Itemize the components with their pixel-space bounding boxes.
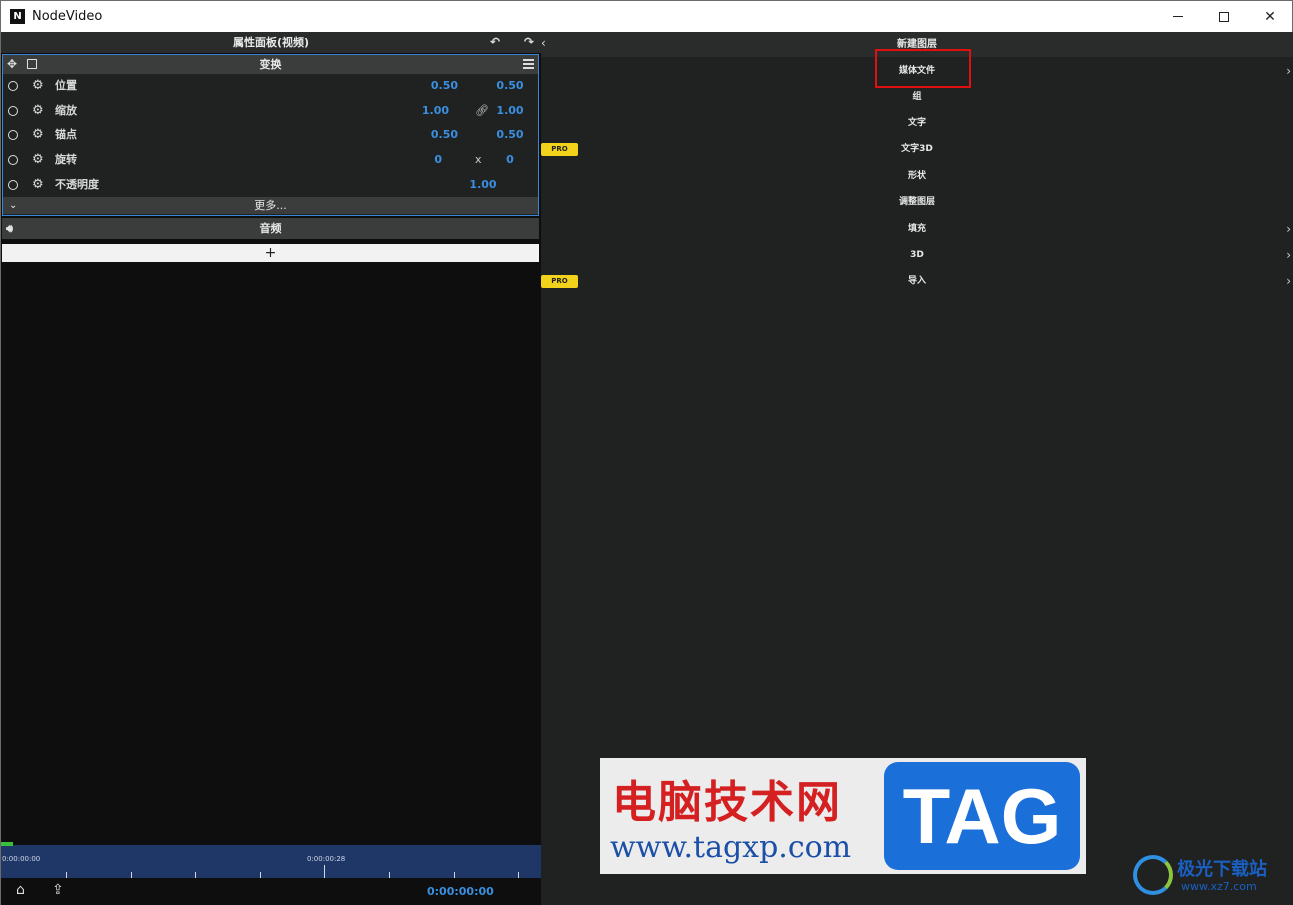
minimize-icon [1173, 16, 1183, 17]
transform-row-anchor: ⚙ 锚点 0.50 0.50 [3, 123, 538, 148]
menu-item-label: 填充 [907, 224, 926, 234]
stopwatch-icon[interactable] [8, 81, 18, 91]
menu-icon[interactable] [523, 59, 534, 69]
transform-row-scale: ⚙ 缩放 1.00 🔗︎ 1.00 [3, 99, 538, 124]
gear-icon[interactable]: ⚙ [32, 123, 44, 148]
menu-item-text[interactable]: 文字 [541, 110, 1293, 136]
transform-title: 变换 [259, 58, 282, 71]
menu-item-shape[interactable]: 形状 [541, 163, 1293, 189]
row-label: 不透明度 [55, 177, 99, 191]
properties-title: 属性面板(视频) [232, 36, 310, 49]
aurora-logo-icon [1133, 855, 1173, 895]
gear-icon[interactable]: ⚙ [32, 74, 44, 99]
watermark-site-url: www.xz7.com [1181, 880, 1257, 893]
transform-section: ✥ 变换 ⚙ 位置 0.50 0.50 ⚙ 缩放 1.00 🔗︎ 1.00 ⚙ … [2, 54, 539, 216]
chevron-left-icon[interactable]: ‹ [541, 36, 546, 50]
tick [324, 865, 325, 878]
close-icon: ✕ [1264, 8, 1276, 25]
export-icon[interactable]: ⇪ [52, 882, 64, 898]
row-label: 位置 [55, 79, 77, 92]
move-icon[interactable]: ✥ [7, 55, 17, 74]
rotation-degrees-value[interactable]: 0 [490, 148, 530, 173]
watermark-tag-logo: TAG [884, 762, 1080, 870]
menu-item-label: 形状 [907, 171, 926, 181]
menu-item-label: 文字3D [901, 144, 933, 154]
menu-item-import[interactable]: PRO 导入 › [541, 268, 1293, 294]
stopwatch-icon[interactable] [8, 105, 18, 116]
timeline-ruler[interactable]: 0:00:00:00 0:00:00:28 [1, 842, 541, 878]
copy-icon[interactable] [27, 59, 37, 69]
menu-item-label: 组 [912, 92, 922, 102]
gear-icon[interactable]: ⚙ [32, 99, 44, 124]
position-y-value[interactable]: 0.50 [490, 74, 530, 99]
chevron-right-icon: › [1286, 248, 1291, 262]
transform-row-opacity: ⚙ 不透明度 1.00 [3, 173, 538, 198]
current-timecode: 0:00:00:00 [427, 885, 494, 898]
watermark-url: www.tagxp.com [610, 830, 852, 865]
window-title: NodeVideo [32, 9, 103, 24]
scale-y-value[interactable]: 1.00 [490, 99, 530, 124]
add-effect-button[interactable]: + [2, 244, 539, 262]
home-icon[interactable]: ⌂ [16, 882, 25, 898]
audio-section-header[interactable]: 🔊︎ 音频 [2, 218, 539, 239]
watermark-cn-text: 电脑技术网 [612, 777, 842, 828]
menu-item-label: 3D [910, 250, 924, 260]
timeline-mid-time: 0:00:00:28 [307, 855, 346, 863]
menu-item-adjustment-layer[interactable]: 调整图层 [541, 189, 1293, 215]
close-button[interactable]: ✕ [1247, 1, 1293, 32]
menu-item-3d[interactable]: 3D › [541, 242, 1293, 268]
chevron-down-icon: ⌄ [9, 200, 18, 212]
undo-icon[interactable]: ↶ [485, 32, 505, 53]
more-button[interactable]: ⌄ 更多... [3, 197, 538, 215]
anchor-y-value[interactable]: 0.50 [490, 123, 530, 148]
maximize-button[interactable] [1201, 1, 1247, 32]
title-bar: N NodeVideo ✕ [1, 1, 1292, 32]
speaker-icon: 🔊︎ [6, 222, 13, 235]
stopwatch-icon[interactable] [8, 130, 18, 141]
watermark-banner: 电脑技术网 www.tagxp.com TAG [600, 758, 1086, 874]
anchor-x-value[interactable]: 0.50 [431, 123, 458, 148]
scale-x-value[interactable]: 1.00 [422, 99, 449, 124]
watermark-site-logo: 极光下载站 www.xz7.com [1133, 853, 1288, 901]
gear-icon[interactable]: ⚙ [32, 148, 44, 173]
watermark-site-name: 极光下载站 [1177, 859, 1267, 880]
position-x-value[interactable]: 0.50 [431, 74, 458, 99]
redo-icon[interactable]: ↷ [519, 32, 539, 53]
timeline-start-time: 0:00:00:00 [2, 855, 41, 863]
menu-item-label: 调整图层 [898, 197, 935, 207]
pro-badge: PRO [541, 275, 578, 288]
maximize-icon [1219, 11, 1229, 22]
more-label: 更多... [254, 199, 287, 213]
menu-item-fill[interactable]: 填充 › [541, 216, 1293, 242]
app-window: N NodeVideo ✕ 属性面板(视频) ↶ ↷ ✥ 变换 ⚙ 位置 0.5… [0, 0, 1293, 905]
rotation-separator: x [475, 153, 482, 167]
menu-item-label: 导入 [907, 276, 926, 286]
chevron-right-icon: › [1286, 64, 1291, 78]
row-label: 旋转 [55, 153, 77, 167]
stopwatch-icon[interactable] [8, 155, 18, 166]
pro-badge: PRO [541, 143, 578, 156]
transform-row-rotation: ⚙ 旋转 0 x 0 [3, 148, 538, 173]
rotation-turns-value[interactable]: 0 [434, 148, 442, 173]
transform-header[interactable]: ✥ 变换 [3, 55, 538, 74]
menu-item-text-3d[interactable]: PRO 文字3D [541, 136, 1293, 162]
chevron-right-icon: › [1286, 274, 1291, 288]
link-icon[interactable]: 🔗︎ [475, 99, 489, 124]
nodevideo-logo-icon: N [10, 9, 25, 24]
minimize-button[interactable] [1155, 1, 1201, 32]
properties-panel: 属性面板(视频) ↶ ↷ ✥ 变换 ⚙ 位置 0.50 0.50 ⚙ 缩放 1.… [1, 32, 541, 905]
row-label: 缩放 [55, 103, 77, 117]
playhead-marker[interactable] [1, 842, 13, 846]
row-label: 锚点 [55, 128, 77, 142]
stopwatch-icon[interactable] [8, 179, 18, 190]
properties-header: 属性面板(视频) ↶ ↷ [1, 32, 541, 53]
bottom-toolbar: ⌂ ⇪ 0:00:00:00 [1, 878, 541, 905]
transform-row-position: ⚙ 位置 0.50 0.50 [3, 74, 538, 99]
gear-icon[interactable]: ⚙ [32, 173, 44, 198]
highlight-box [875, 49, 971, 88]
audio-title: 音频 [259, 222, 282, 235]
chevron-right-icon: › [1286, 222, 1291, 236]
opacity-value[interactable]: 1.00 [463, 173, 503, 198]
menu-item-label: 文字 [907, 118, 926, 128]
